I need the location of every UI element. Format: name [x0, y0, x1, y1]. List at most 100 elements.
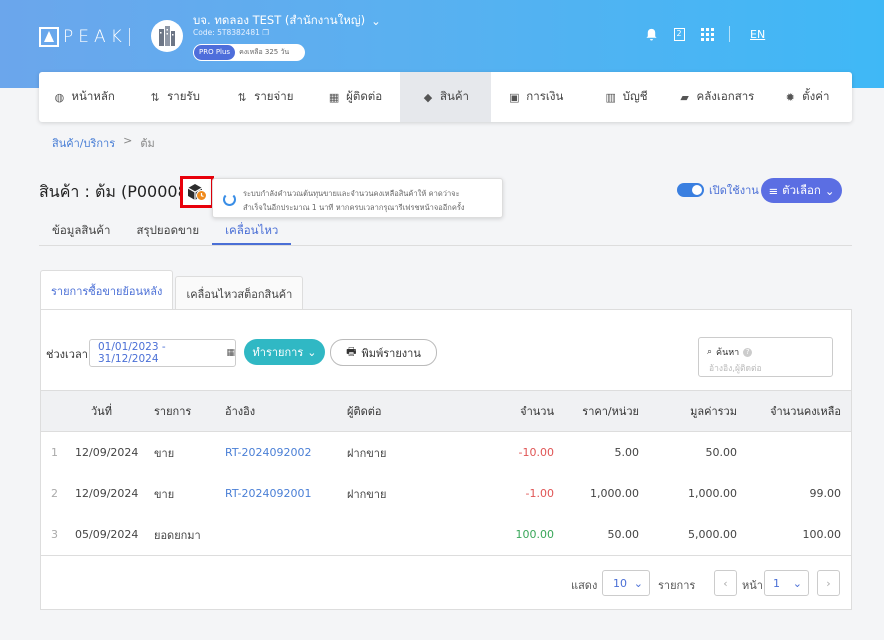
- cell-unit-price: 5.00: [614, 446, 640, 459]
- stock-recalc-indicator[interactable]: [180, 176, 214, 208]
- items-label: รายการ: [658, 579, 696, 592]
- col-quantity[interactable]: จำนวน: [520, 391, 554, 431]
- cell-total: 5,000.00: [688, 528, 737, 541]
- nav-item-label: ตั้งค่า: [802, 89, 830, 103]
- nav-item-8[interactable]: ✹ ตั้งค่า: [762, 72, 852, 122]
- date-range-input[interactable]: 01/01/2023 - 31/12/2024 ▦: [89, 339, 236, 367]
- logo-divider: [128, 28, 130, 46]
- plan-badge[interactable]: PRO Plus คงเหลือ 325 วัน: [193, 44, 305, 61]
- tab-product-info[interactable]: ข้อมูลสินค้า: [39, 220, 123, 245]
- apps-grid-icon[interactable]: [699, 26, 715, 42]
- toggle-switch[interactable]: [677, 183, 704, 197]
- header-divider: [729, 26, 730, 42]
- plan-days-left: คงเหลือ 325 วัน: [239, 48, 290, 56]
- nav-item-2[interactable]: ⇅ รายจ่าย: [220, 72, 310, 122]
- chevron-down-icon: ⌄: [371, 14, 381, 28]
- nav-item-label: หน้าหลัก: [71, 89, 115, 103]
- date-range-value: 01/01/2023 - 31/12/2024: [98, 341, 166, 365]
- breadcrumb-current: ต้ม: [140, 137, 155, 150]
- cell-date: 12/09/2024: [75, 487, 139, 500]
- peak-logo[interactable]: PEAK: [39, 27, 130, 47]
- page-size-select[interactable]: 10 ⌄: [602, 570, 650, 596]
- print-report-button[interactable]: 🖶 พิมพ์รายงาน: [330, 339, 437, 366]
- language-switch[interactable]: EN: [750, 28, 765, 41]
- page-select[interactable]: 1 ⌄: [764, 570, 809, 596]
- nav-item-label: การเงิน: [526, 89, 564, 103]
- notification-count: 2: [673, 27, 685, 41]
- prev-page-button[interactable]: ‹: [714, 570, 737, 596]
- col-type[interactable]: รายการ: [154, 391, 191, 431]
- search-label: ค้นหา: [716, 348, 740, 358]
- row-index: 3: [51, 528, 58, 541]
- cell-contact: ฝากขาย: [347, 487, 387, 501]
- next-page-button[interactable]: ›: [817, 570, 840, 596]
- tab-transaction-history[interactable]: รายการซื้อขายย้อนหลัง: [40, 270, 174, 310]
- product-box-icon: ◆: [423, 90, 433, 104]
- table-body: 1 12/09/2024 ขาย RT-2024092002 ฝากขาย -10.00 5…: [41, 432, 851, 555]
- col-balance[interactable]: จำนวนคงเหลือ: [770, 391, 841, 431]
- table-header: วันที่ รายการ อ้างอิง ผู้ติดต่อ จำนวน รา…: [41, 390, 851, 432]
- income-icon: ⇅: [150, 90, 160, 104]
- toggle-label: เปิดใช้งาน: [709, 184, 759, 197]
- box-clock-icon: [187, 184, 207, 201]
- document-badge-icon[interactable]: 2: [671, 26, 687, 42]
- breadcrumb: สินค้า/บริการ > ต้ม: [52, 134, 155, 152]
- logo-mark: [39, 27, 59, 47]
- tooltip-line-1: ระบบกำลังคำนวณต้นทุนขายและจำนวนคงเหลือสิ…: [243, 189, 460, 198]
- nav-item-5[interactable]: ▣ การเงิน: [491, 72, 581, 122]
- tab-movement[interactable]: เคลื่อนไหว: [212, 220, 292, 245]
- nav-item-1[interactable]: ⇅ รายรับ: [129, 72, 219, 122]
- search-input[interactable]: ⌕ ค้นหา ? อ้างอิง,ผู้ติดต่อ: [698, 337, 833, 377]
- logo-text: PEAK: [63, 27, 127, 47]
- cell-date: 12/09/2024: [75, 446, 139, 459]
- col-contact[interactable]: ผู้ติดต่อ: [347, 391, 381, 431]
- nav-item-6[interactable]: ▥ บัญชี: [581, 72, 671, 122]
- gear-icon: ✹: [785, 90, 795, 104]
- cell-reference[interactable]: RT-2024092001: [225, 473, 312, 514]
- company-avatar[interactable]: [151, 20, 183, 52]
- create-document-button[interactable]: ทำรายการ ⌄: [244, 339, 325, 365]
- table-row[interactable]: 3 05/09/2024 ยอดยกมา 100.00 50.00 5,000.00 100…: [41, 514, 851, 555]
- nav-item-0[interactable]: ◍ หน้าหลัก: [39, 72, 129, 122]
- tab-sales-summary[interactable]: สรุปยอดขาย: [123, 220, 212, 245]
- nav-item-3[interactable]: ▦ ผู้ติดต่อ: [310, 72, 400, 122]
- nav-item-label: รายจ่าย: [254, 89, 294, 103]
- breadcrumb-parent[interactable]: สินค้า/บริการ: [52, 134, 115, 152]
- folder-icon: ▰: [680, 90, 689, 104]
- active-toggle[interactable]: เปิดใช้งาน: [677, 181, 759, 199]
- col-reference[interactable]: อ้างอิง: [225, 391, 255, 431]
- nav-item-4[interactable]: ◆ สินค้า: [400, 72, 491, 122]
- nav-item-label: คลังเอกสาร: [696, 89, 755, 103]
- page-size-value: 10: [613, 576, 627, 590]
- row-index: 1: [51, 446, 58, 459]
- help-icon[interactable]: ?: [743, 347, 753, 357]
- options-button[interactable]: ≡ ตัวเลือก ⌄: [761, 178, 842, 203]
- breadcrumb-separator: >: [123, 134, 133, 147]
- dashboard-icon: ◍: [54, 90, 65, 104]
- transaction-history-panel: ช่วงเวลา 01/01/2023 - 31/12/2024 ▦ ทำราย…: [40, 309, 852, 610]
- create-document-label: ทำรายการ: [252, 346, 304, 359]
- options-label: ตัวเลือก: [782, 182, 821, 197]
- copy-icon[interactable]: ❐: [262, 28, 269, 37]
- company-code: Code: 5T8382481 ❐: [193, 28, 269, 37]
- loading-spinner-icon: [223, 193, 236, 206]
- company-code-text: Code: 5T8382481: [193, 28, 260, 37]
- contacts-icon: ▦: [328, 90, 340, 104]
- col-date[interactable]: วันที่: [91, 391, 112, 431]
- cell-reference[interactable]: RT-2024092002: [225, 432, 312, 473]
- col-unit-price[interactable]: ราคา/หน่วย: [582, 391, 639, 431]
- money-icon: ▣: [509, 90, 520, 104]
- tab-stock-movement[interactable]: เคลื่อนไหวสต็อกสินค้า: [175, 276, 304, 310]
- cell-balance: 99.00: [809, 487, 842, 500]
- table-row[interactable]: 1 12/09/2024 ขาย RT-2024092002 ฝากขาย -10.00 5…: [41, 432, 851, 473]
- cell-contact: ฝากขาย: [347, 446, 387, 460]
- cell-quantity: -10.00: [518, 446, 554, 459]
- nav-item-7[interactable]: ▰ คลังเอกสาร: [671, 72, 761, 122]
- col-total[interactable]: มูลค่ารวม: [690, 391, 737, 431]
- bell-icon[interactable]: [643, 26, 659, 42]
- table-row[interactable]: 2 12/09/2024 ขาย RT-2024092001 ฝากขาย -1.00 1,…: [41, 473, 851, 514]
- period-label: ช่วงเวลา: [46, 348, 88, 361]
- row-index: 2: [51, 487, 58, 500]
- page-title: สินค้า : ต้ม (P00008: [39, 182, 188, 201]
- cell-total: 50.00: [705, 446, 738, 459]
